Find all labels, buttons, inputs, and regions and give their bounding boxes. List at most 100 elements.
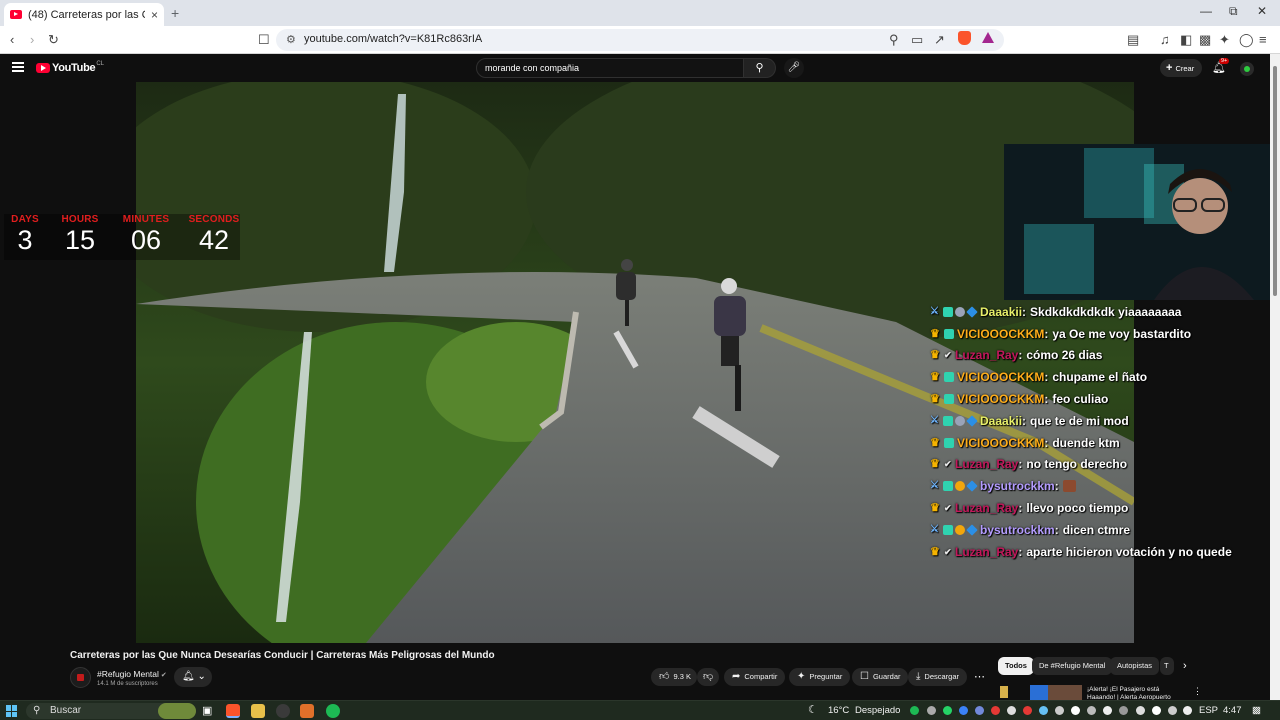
vpn-icon[interactable]: ◯ [1239,32,1254,48]
media-icon[interactable]: ♫ [1160,32,1170,48]
crown-badge-icon: ♛ [930,349,940,362]
sword-badge-icon: ⚔ [930,305,939,317]
menu-icon[interactable]: ≡ [1259,32,1267,48]
tab-search-icon[interactable]: ▤ [1127,32,1139,48]
tray-icon[interactable] [1103,706,1112,715]
share-icon: ➦ [732,671,741,682]
youtube-logo[interactable]: YouTube CL [36,61,104,74]
minimize-button[interactable]: — [1200,4,1212,18]
browser-tab[interactable]: (48) Carreteras por las Que Nunca Desear… [4,3,164,26]
chip-all[interactable]: Todos [998,657,1034,675]
tray-icon[interactable] [927,706,936,715]
site-info-icon[interactable]: ⚙ [286,33,296,46]
tray-icon[interactable] [1183,706,1192,715]
chip-truncated[interactable]: T [1160,657,1174,675]
subscribed-bell-button[interactable]: 🔔︎ ⌄ [174,667,212,687]
discord-icon[interactable] [975,706,984,715]
chevron-right-icon[interactable]: › [1183,660,1187,672]
save-button[interactable]: ☐ Guardar [852,668,909,686]
search-query[interactable]: morande con compañia [485,63,579,73]
channel-name-text[interactable]: #Refugio Mental [97,669,159,679]
windows-start-icon[interactable] [6,705,18,717]
bookmark-save-icon: ☐ [860,671,869,682]
network-icon[interactable] [1136,706,1145,715]
search-button[interactable]: ⚲ [744,58,776,78]
cast-icon[interactable]: ▭ [911,32,923,48]
more-actions-icon[interactable]: ⋯ [974,670,985,683]
spotify-icon[interactable] [326,704,340,718]
tray-icon[interactable] [1007,706,1016,715]
recommendation-thumbnail[interactable] [1030,685,1082,700]
spotify-tray-icon[interactable] [910,706,919,715]
channel-avatar[interactable] [70,667,91,688]
recommendation-menu-icon[interactable]: ⋮ [1193,686,1202,697]
chat-message: ♛ VICIOOOCKKM: ya Oe me voy bastardito [930,323,1260,345]
notification-center-icon[interactable]: ▩ [1252,705,1261,716]
brave-shields-icon[interactable] [958,31,971,45]
file-explorer-icon[interactable] [251,704,265,718]
brave-browser-icon[interactable] [226,704,240,718]
crown-badge-icon: ♛ [930,545,940,558]
forward-icon[interactable]: › [30,32,34,48]
window-close-button[interactable]: ✕ [1257,4,1267,18]
tray-icon[interactable] [1023,706,1032,715]
video-player[interactable]: DAYS 3 HOURS 15 MINUTES 06 SECONDS 42 ⚔ D… [0,82,1270,643]
tray-icon[interactable] [1087,706,1096,715]
share-button[interactable]: ➦ Compartir [724,668,786,686]
guide-menu-icon[interactable] [12,62,24,72]
volume-icon[interactable] [1152,706,1161,715]
chip-highways[interactable]: Autopistas [1110,657,1160,675]
recommendation-partial-thumbnail[interactable] [1000,686,1008,698]
chat-separator: : [1018,457,1023,472]
search-input[interactable]: morande con compañia [476,58,744,78]
tray-icon[interactable] [1055,706,1064,715]
clock[interactable]: 4:47 [1223,705,1242,716]
tray-icon[interactable] [1168,706,1177,715]
chat-text: cómo 26 dias [1026,348,1103,363]
reload-icon[interactable]: ↻ [48,32,59,48]
back-icon[interactable]: ‹ [10,32,14,48]
page-scrollbar-thumb[interactable] [1273,66,1277,296]
share-page-icon[interactable]: ↗ [934,32,945,48]
tab-close-button[interactable]: × [151,8,158,22]
chat-username: Luzan_Ray [955,501,1019,516]
chat-message: ♛ ✔ Luzan_Ray: cómo 26 dias [930,345,1260,367]
chip-channel[interactable]: De #Refugio Mental [1032,657,1113,675]
dislike-button[interactable]: 👎︎ [697,668,720,686]
whatsapp-icon[interactable] [943,706,952,715]
restore-button[interactable]: ⧉ [1229,4,1238,19]
account-avatar[interactable] [1240,62,1254,76]
bookmark-icon[interactable]: ☐ [258,32,270,48]
chat-badges: ♛ [930,437,956,448]
youtube-favicon-icon [10,10,22,19]
app-icon[interactable] [300,704,314,718]
bluetooth-icon[interactable] [959,706,968,715]
steam-icon[interactable] [1039,706,1048,715]
weather-desc[interactable]: Despejado [855,705,900,716]
chat-message: ⚔ bysutrockkm: [930,475,1260,497]
create-button[interactable]: + Crear [1160,59,1202,77]
brave-rewards-icon[interactable] [982,32,994,43]
sidebar-icon[interactable]: ◧ [1180,32,1192,48]
chat-message: ♛ VICIOOOCKKM: chupame el ñato [930,366,1260,388]
input-language[interactable]: ESP [1199,705,1218,716]
download-button[interactable]: ⤓ Descargar [908,668,968,686]
tray-icon[interactable] [1071,706,1080,715]
voice-search-button[interactable]: 🎤︎ [784,58,804,78]
tray-icon[interactable] [1119,706,1128,715]
channel-name[interactable]: #Refugio Mental ✔ [97,669,167,679]
zoom-icon[interactable]: ⚲ [889,32,899,48]
chat-badges: ♛ ✔ [930,503,954,514]
new-tab-button[interactable]: + [171,5,179,21]
like-button[interactable]: 👍︎ 9.3 K [651,668,697,686]
grid-badge-icon [944,328,954,339]
countdown-value: 3 [17,225,33,255]
weather-temp[interactable]: 16°C [828,705,849,716]
task-view-icon[interactable]: ▣ [202,704,216,718]
wallet-icon[interactable]: ▩ [1199,32,1211,48]
address-url[interactable]: youtube.com/watch?v=K81Rc863rIA [304,33,482,45]
ask-button[interactable]: ✦ Preguntar [789,668,851,686]
obs-icon[interactable] [276,704,290,718]
tray-icon[interactable] [991,706,1000,715]
leo-ai-icon[interactable]: ✦ [1219,32,1230,48]
